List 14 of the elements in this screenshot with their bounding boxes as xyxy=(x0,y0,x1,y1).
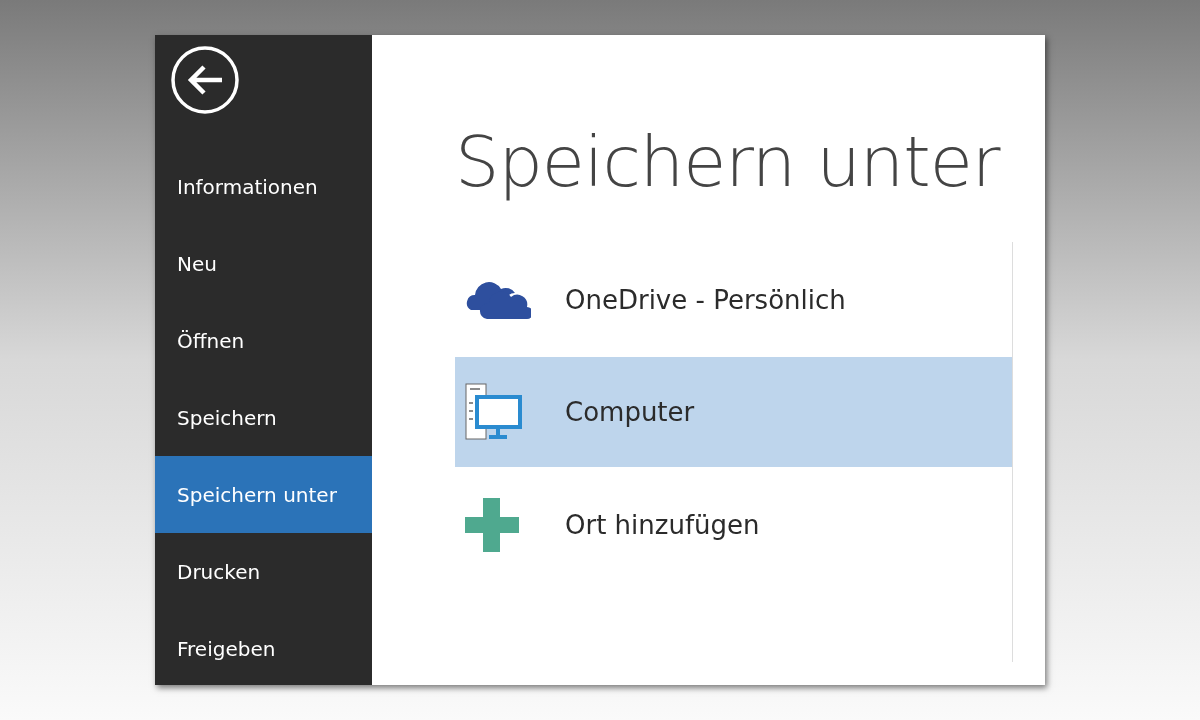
computer-icon xyxy=(465,383,523,441)
location-item[interactable]: OneDrive - Persönlich xyxy=(455,242,1012,357)
back-button[interactable] xyxy=(170,45,240,115)
location-item[interactable]: Computer xyxy=(455,357,1012,467)
sidebar-item[interactable]: Neu xyxy=(155,225,372,302)
sidebar-item[interactable]: Speichern unter xyxy=(155,456,372,533)
plus-icon xyxy=(465,497,519,552)
sidebar-item[interactable]: Freigeben xyxy=(155,610,372,687)
sidebar-item[interactable]: Drucken xyxy=(155,533,372,610)
location-item[interactable]: Ort hinzufügen xyxy=(455,467,1012,582)
sidebar-item[interactable]: Informationen xyxy=(155,148,372,225)
cloud-icon xyxy=(465,279,531,320)
sidebar-item[interactable]: Speichern xyxy=(155,379,372,456)
sidebar-item[interactable]: Öffnen xyxy=(155,302,372,379)
